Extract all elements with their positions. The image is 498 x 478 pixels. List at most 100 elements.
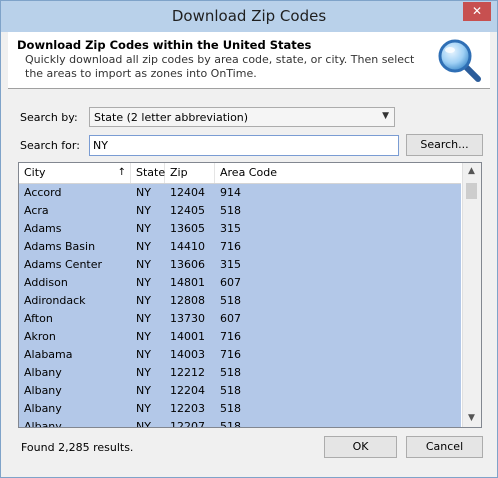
cancel-button[interactable]: Cancel — [406, 436, 483, 458]
cell-area-code: 315 — [220, 258, 241, 271]
close-button[interactable]: ✕ — [463, 2, 491, 21]
cell-area-code: 518 — [220, 420, 241, 428]
cell-state: NY — [136, 258, 151, 271]
table-row[interactable]: Acra NY 12405 518 — [19, 202, 461, 220]
column-header-zip[interactable]: Zip Code — [165, 163, 215, 199]
cell-state: NY — [136, 312, 151, 325]
grid-rows: Accord NY 12404 914 Acra NY 12405 518 Adams NY 1… — [19, 184, 461, 428]
title-bar[interactable]: Download Zip Codes ✕ — [1, 1, 497, 32]
cell-area-code: 518 — [220, 294, 241, 307]
cell-zip: 14003 — [170, 348, 205, 361]
cell-state: NY — [136, 186, 151, 199]
cell-zip: 14801 — [170, 276, 205, 289]
scroll-up-icon[interactable]: ▲ — [463, 163, 480, 180]
dialog-client: Download Zip Codes within the United Sta… — [8, 32, 490, 470]
cell-area-code: 518 — [220, 204, 241, 217]
cell-state: NY — [136, 240, 151, 253]
header-title: Download Zip Codes within the United Sta… — [17, 38, 312, 52]
cell-city: Acra — [24, 204, 49, 217]
cell-area-code: 914 — [220, 186, 241, 199]
table-row[interactable]: Adirondack NY 12808 518 — [19, 292, 461, 310]
cell-city: Addison — [24, 276, 68, 289]
column-header-city[interactable]: City ↑ — [19, 163, 131, 183]
column-header-area-code[interactable]: Area Code — [215, 163, 461, 183]
scroll-down-icon[interactable]: ▼ — [463, 410, 480, 427]
cell-area-code: 607 — [220, 312, 241, 325]
cell-area-code: 315 — [220, 222, 241, 235]
cell-zip: 13730 — [170, 312, 205, 325]
cell-zip: 13605 — [170, 222, 205, 235]
sort-ascending-icon: ↑ — [117, 167, 126, 178]
cell-city: Adams Center — [24, 258, 103, 271]
cell-area-code: 518 — [220, 402, 241, 415]
grid-header: City ↑ State Zip Code Area Code — [19, 163, 461, 199]
cell-zip: 14410 — [170, 240, 205, 253]
table-row[interactable]: Alabama NY 14003 716 — [19, 346, 461, 364]
result-count: Found 2,285 results. — [21, 441, 134, 454]
cell-city: Afton — [24, 312, 53, 325]
cell-zip: 14001 — [170, 330, 205, 343]
table-row[interactable]: Accord NY 12404 914 — [19, 184, 461, 202]
cell-area-code: 716 — [220, 348, 241, 361]
cell-state: NY — [136, 204, 151, 217]
column-header-city-label: City — [24, 166, 46, 179]
header-description: Quickly download all zip codes by area c… — [25, 53, 415, 80]
table-row[interactable]: Albany NY 12203 518 — [19, 400, 461, 418]
cell-zip: 12204 — [170, 384, 205, 397]
ok-button[interactable]: OK — [324, 436, 397, 458]
cell-area-code: 716 — [220, 330, 241, 343]
cell-zip: 12203 — [170, 402, 205, 415]
cell-zip: 12405 — [170, 204, 205, 217]
cell-state: NY — [136, 366, 151, 379]
cell-city: Albany — [24, 402, 62, 415]
window-title: Download Zip Codes — [171, 7, 327, 25]
scroll-thumb[interactable] — [466, 183, 477, 199]
table-row[interactable]: Adams NY 13605 315 — [19, 220, 461, 238]
table-row[interactable]: Afton NY 13730 607 — [19, 310, 461, 328]
cell-zip: 12212 — [170, 366, 205, 379]
table-row[interactable]: Addison NY 14801 607 — [19, 274, 461, 292]
cell-area-code: 518 — [220, 366, 241, 379]
header-panel: Download Zip Codes within the United Sta… — [8, 32, 490, 89]
dialog-window: Download Zip Codes ✕ Download Zip Codes … — [0, 0, 498, 478]
cell-state: NY — [136, 330, 151, 343]
cell-zip: 12404 — [170, 186, 205, 199]
table-row[interactable]: Albany NY 12212 518 — [19, 364, 461, 382]
search-for-label: Search for: — [20, 139, 80, 152]
table-row[interactable]: Albany NY 12207 518 — [19, 418, 461, 428]
cell-city: Adams Basin — [24, 240, 96, 253]
search-by-select[interactable]: State (2 letter abbreviation) ▼ — [89, 107, 395, 127]
cell-city: Alabama — [24, 348, 73, 361]
cell-zip: 13606 — [170, 258, 205, 271]
search-button[interactable]: Search... — [406, 134, 483, 156]
cell-zip: 12808 — [170, 294, 205, 307]
cell-city: Akron — [24, 330, 56, 343]
table-row[interactable]: Adams Center NY 13606 315 — [19, 256, 461, 274]
table-row[interactable]: Adams Basin NY 14410 716 — [19, 238, 461, 256]
cell-area-code: 607 — [220, 276, 241, 289]
search-for-input[interactable] — [89, 135, 399, 156]
cell-state: NY — [136, 402, 151, 415]
cell-state: NY — [136, 294, 151, 307]
cell-area-code: 716 — [220, 240, 241, 253]
search-by-label: Search by: — [20, 111, 78, 124]
cell-area-code: 518 — [220, 384, 241, 397]
table-row[interactable]: Akron NY 14001 716 — [19, 328, 461, 346]
magnifier-icon — [438, 39, 481, 82]
cell-state: NY — [136, 276, 151, 289]
chevron-down-icon: ▼ — [382, 111, 389, 121]
cell-zip: 12207 — [170, 420, 205, 428]
cell-city: Albany — [24, 384, 62, 397]
cell-city: Adams — [24, 222, 62, 235]
cell-city: Accord — [24, 186, 62, 199]
table-row[interactable]: Albany NY 12204 518 — [19, 382, 461, 400]
search-by-value: State (2 letter abbreviation) — [94, 111, 249, 124]
cell-city: Adirondack — [24, 294, 86, 307]
column-header-state[interactable]: State — [131, 163, 165, 183]
results-grid[interactable]: City ↑ State Zip Code Area Code Accord NY… — [18, 162, 482, 428]
cell-city: Albany — [24, 420, 62, 428]
cell-city: Albany — [24, 366, 62, 379]
cell-state: NY — [136, 384, 151, 397]
cell-state: NY — [136, 348, 151, 361]
vertical-scrollbar[interactable]: ▲ ▼ — [462, 163, 481, 427]
